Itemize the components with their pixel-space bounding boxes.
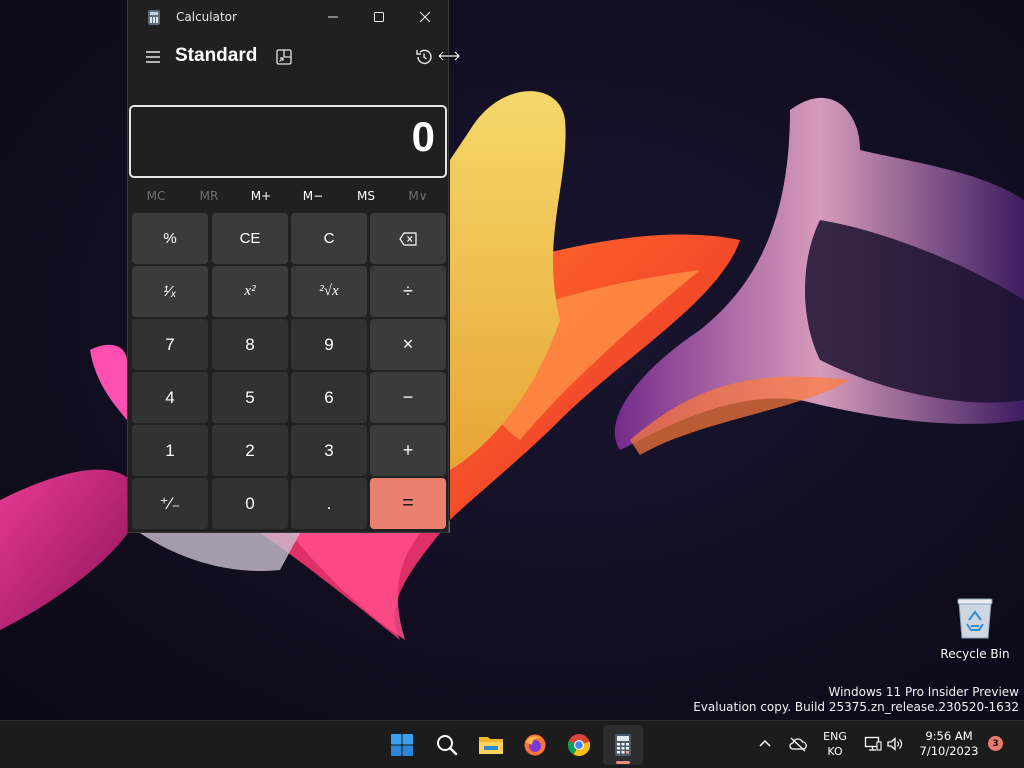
result-display: 0 bbox=[129, 105, 447, 178]
digit-9-key[interactable]: 9 bbox=[291, 319, 367, 370]
keypad: % CE C ¹⁄ₓ x² ²√x ÷ 7 8 9 × 4 5 6 − 1 2 … bbox=[132, 213, 447, 530]
square-root-key[interactable]: ²√x bbox=[291, 266, 367, 317]
title-bar[interactable]: Calculator bbox=[128, 0, 448, 34]
watermark-line-2: Evaluation copy. Build 25375.zn_release.… bbox=[693, 700, 1019, 714]
language-code: ENG bbox=[823, 730, 847, 743]
maximize-button[interactable] bbox=[356, 0, 402, 34]
recycle-bin-shortcut[interactable]: Recycle Bin bbox=[940, 596, 1010, 666]
square-key[interactable]: x² bbox=[212, 266, 288, 317]
digit-6-key[interactable]: 6 bbox=[291, 372, 367, 423]
equals-key[interactable]: = bbox=[370, 478, 446, 529]
clear-entry-key[interactable]: CE bbox=[212, 213, 288, 264]
evaluation-watermark: Windows 11 Pro Insider Preview Evaluatio… bbox=[693, 685, 1019, 715]
keep-on-top-icon[interactable] bbox=[274, 47, 294, 67]
maximize-icon bbox=[374, 12, 384, 22]
clear-key[interactable]: C bbox=[291, 213, 367, 264]
recycle-bin-label: Recycle Bin bbox=[940, 647, 1010, 661]
minimize-button[interactable] bbox=[310, 0, 356, 34]
display-value: 0 bbox=[411, 113, 435, 160]
mode-title: Standard bbox=[175, 45, 258, 66]
file-explorer-icon bbox=[479, 737, 503, 754]
firefox-icon bbox=[524, 734, 546, 756]
search-icon bbox=[437, 735, 458, 756]
memory-subtract-button[interactable]: M− bbox=[287, 184, 339, 208]
backspace-icon bbox=[399, 231, 417, 246]
multiply-key[interactable]: × bbox=[370, 319, 446, 370]
percent-key[interactable]: % bbox=[132, 213, 208, 264]
chevron-up-icon[interactable] bbox=[756, 735, 774, 753]
chrome-icon bbox=[567, 734, 591, 757]
window-title: Calculator bbox=[176, 10, 237, 24]
clock-date: 7/10/2023 bbox=[919, 744, 979, 758]
history-icon[interactable] bbox=[413, 46, 435, 68]
digit-7-key[interactable]: 7 bbox=[132, 319, 208, 370]
active-app-indicator bbox=[616, 761, 630, 764]
resize-cursor-icon bbox=[438, 50, 460, 62]
add-key[interactable]: + bbox=[370, 425, 446, 476]
calculator-app-icon bbox=[148, 10, 160, 25]
recycle-bin-icon bbox=[957, 598, 993, 639]
divide-key[interactable]: ÷ bbox=[370, 266, 446, 317]
file-explorer-button[interactable] bbox=[471, 725, 511, 765]
digit-1-key[interactable]: 1 bbox=[132, 425, 208, 476]
decimal-key[interactable]: . bbox=[291, 478, 367, 529]
firefox-button[interactable] bbox=[515, 725, 555, 765]
reciprocal-key[interactable]: ¹⁄ₓ bbox=[132, 266, 208, 317]
clock-time: 9:56 AM bbox=[925, 729, 973, 743]
memory-store-button[interactable]: MS bbox=[340, 184, 392, 208]
calculator-window: Calculator Standard 0 MC MR M+ M− MS M∨ … bbox=[127, 0, 449, 533]
digit-8-key[interactable]: 8 bbox=[212, 319, 288, 370]
subtract-key[interactable]: − bbox=[370, 372, 446, 423]
start-icon bbox=[391, 734, 413, 756]
close-icon bbox=[419, 11, 431, 23]
hamburger-menu-icon[interactable] bbox=[142, 46, 164, 68]
close-button[interactable] bbox=[402, 0, 448, 34]
digit-4-key[interactable]: 4 bbox=[132, 372, 208, 423]
negate-key[interactable]: ⁺⁄₋ bbox=[132, 478, 208, 529]
search-button[interactable] bbox=[427, 725, 467, 765]
digit-3-key[interactable]: 3 bbox=[291, 425, 367, 476]
backspace-key[interactable] bbox=[370, 213, 446, 264]
digit-5-key[interactable]: 5 bbox=[212, 372, 288, 423]
calculator-icon bbox=[615, 734, 631, 756]
calculator-taskbar-button[interactable] bbox=[603, 725, 643, 765]
input-language-indicator[interactable]: ENG KO bbox=[818, 729, 852, 759]
cloud-offline-icon[interactable] bbox=[788, 735, 808, 753]
keyboard-layout-code: KO bbox=[827, 745, 843, 758]
memory-clear-button[interactable]: MC bbox=[130, 184, 182, 208]
notification-badge[interactable]: 3 bbox=[988, 736, 1003, 751]
minimize-icon bbox=[328, 16, 338, 18]
memory-row: MC MR M+ M− MS M∨ bbox=[128, 184, 448, 208]
digit-0-key[interactable]: 0 bbox=[212, 478, 288, 529]
watermark-line-1: Windows 11 Pro Insider Preview bbox=[828, 685, 1019, 699]
chrome-button[interactable] bbox=[559, 725, 599, 765]
taskbar: ENG KO 9:56 AM 7/10/2023 3 bbox=[0, 720, 1024, 768]
digit-2-key[interactable]: 2 bbox=[212, 425, 288, 476]
memory-add-button[interactable]: M+ bbox=[235, 184, 287, 208]
memory-list-button[interactable]: M∨ bbox=[392, 184, 444, 208]
calculator-header: Standard bbox=[128, 38, 448, 78]
memory-recall-button[interactable]: MR bbox=[183, 184, 235, 208]
volume-icon[interactable] bbox=[886, 735, 904, 753]
network-icon[interactable] bbox=[864, 735, 882, 753]
system-clock[interactable]: 9:56 AM 7/10/2023 bbox=[912, 729, 986, 759]
start-button[interactable] bbox=[382, 725, 422, 765]
